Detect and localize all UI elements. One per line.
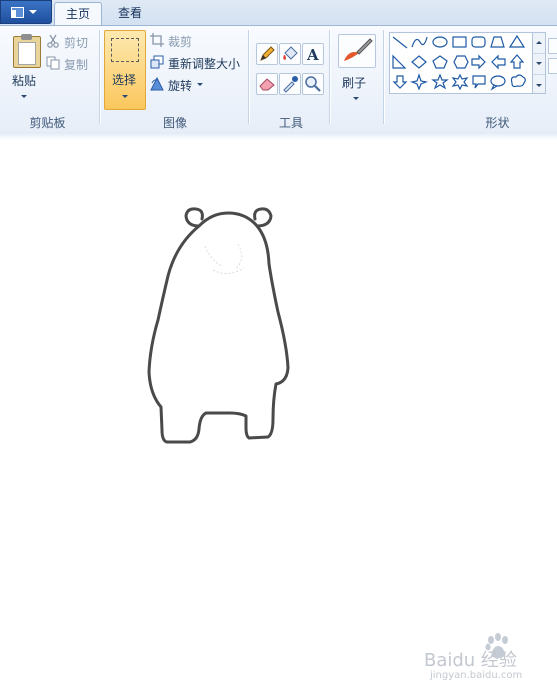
text-tool[interactable]: A [302,43,324,65]
group-divider [99,30,100,124]
chevron-down-icon [29,10,37,14]
canvas-top-shadow [0,132,557,140]
gallery-expand-button[interactable] [533,75,545,95]
ribbon-tab-bar: 主页 查看 [0,0,557,26]
chevron-down-icon [197,83,203,86]
watermark-url: jingyan.baidu.com [430,670,523,681]
rotate-button[interactable]: 旋转 [150,77,208,93]
crop-button[interactable]: 裁剪 [150,33,200,49]
drawing-canvas[interactable]: Baidu 经验 jingyan.baidu.com [0,132,557,681]
watermark-brand: Baidu 经验 [424,650,517,671]
rotate-icon [150,77,164,91]
ribbon: 粘贴 剪切 复制 剪贴板 选择 裁剪 重新调整大小 旋转 图像 A 工具 刷子 … [0,25,557,133]
resize-button[interactable]: 重新调整大小 [150,55,246,71]
image-group-label: 图像 [162,116,187,130]
tools-group-label: 工具 [278,116,303,130]
clipboard-icon [13,34,41,68]
svg-text:A: A [306,46,319,64]
copy-button[interactable]: 复制 [46,56,92,72]
group-divider [248,30,249,124]
app-menu-icon [11,7,24,18]
text-icon: A [306,46,319,64]
fill-tool[interactable] [279,43,301,65]
chevron-down-icon [536,62,542,65]
scroll-down-button[interactable] [533,54,545,75]
color-picker-icon [283,76,298,93]
eraser-icon [259,78,275,91]
shapes-gallery-scrollbar[interactable] [532,32,546,94]
cut-button[interactable]: 剪切 [46,34,92,50]
magnifier-icon [305,76,321,92]
crop-icon [150,33,164,47]
eraser-tool[interactable] [256,73,278,95]
baidu-watermark: Baidu 经验 jingyan.baidu.com [424,632,554,688]
brushes-button[interactable]: 刷子 [335,30,377,108]
magnifier-tool[interactable] [302,73,324,95]
fill-icon [283,46,298,60]
scroll-up-button[interactable] [533,33,545,54]
brushes-label: 刷子 [342,76,367,90]
brush-swatch [338,34,376,68]
chevron-down-icon [122,95,128,98]
chevron-up-icon [536,41,542,44]
pencil-tool[interactable] [256,43,278,65]
shapes-group-label: 形状 [485,116,510,130]
select-label: 选择 [112,73,137,87]
shapes-icons [392,34,526,91]
color-picker-tool[interactable] [279,73,301,95]
crop-label: 裁剪 [168,35,193,49]
paste-label: 粘贴 [12,74,37,88]
clipboard-group-label: 剪贴板 [29,116,66,130]
app-menu-button[interactable] [0,0,52,24]
selection-rectangle-icon [111,38,139,62]
scissors-icon [47,34,59,48]
fill-button[interactable] [548,58,557,74]
outline-button[interactable] [548,38,557,54]
select-button[interactable]: 选择 [104,30,146,110]
resize-label: 重新调整大小 [168,57,241,71]
chevron-down-icon [353,97,359,100]
rotate-label: 旋转 [168,79,193,93]
chevron-down-icon [536,84,542,87]
group-divider [383,30,384,124]
bear-outline-drawing [147,207,290,444]
cut-label: 剪切 [64,36,89,50]
pencil-icon [260,46,275,61]
shapes-gallery [389,32,533,94]
copy-icon [46,56,60,70]
paste-button[interactable]: 粘贴 [4,28,42,108]
resize-icon [150,55,164,69]
group-divider [329,30,330,124]
brush-icon [344,38,373,61]
chevron-down-icon [21,95,27,98]
tab-view[interactable]: 查看 [105,2,155,25]
copy-label: 复制 [64,58,89,72]
tab-home[interactable]: 主页 [54,2,102,26]
